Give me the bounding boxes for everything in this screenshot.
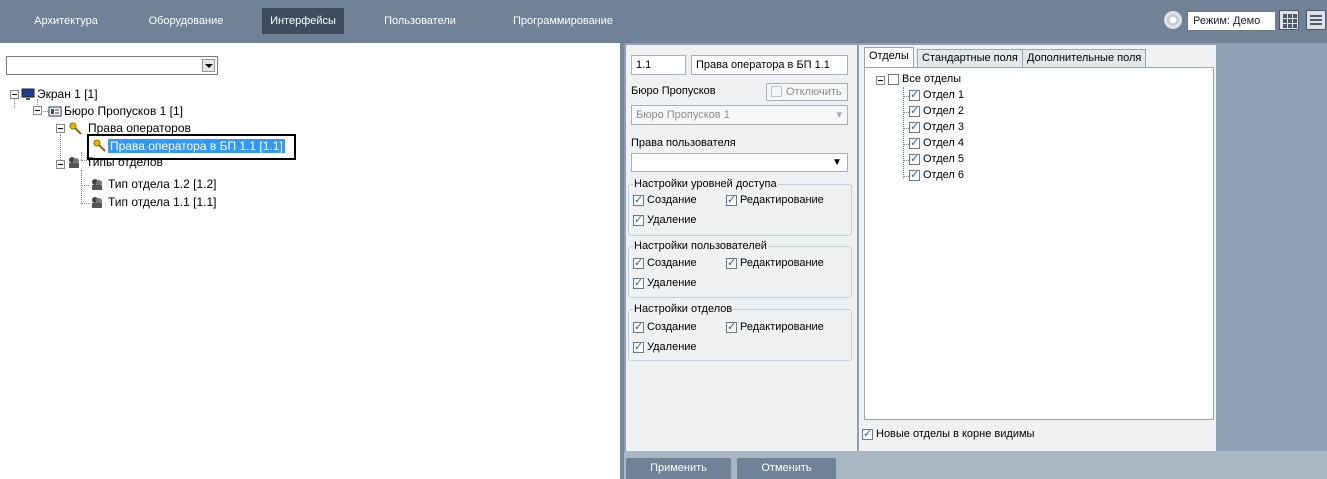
new-in-root-label: Новые отделы в корне видимы (876, 428, 1035, 440)
department-4-checkbox[interactable] (909, 136, 920, 149)
department-5-checkbox[interactable] (909, 152, 920, 165)
department-item: Отдел 3 (923, 121, 964, 133)
depts-delete-checkbox[interactable] (633, 340, 644, 353)
tab-users[interactable]: Пользователи (371, 8, 469, 34)
departments-settings-group (628, 309, 852, 361)
user-rights-label: Права пользователя (631, 137, 736, 149)
users-delete-checkbox[interactable] (633, 276, 644, 289)
object-name-field[interactable]: Права оператора в БП 1.1 (691, 55, 848, 75)
department-1-checkbox[interactable] (909, 88, 920, 101)
top-navigation-bar: Архитектура Оборудование Интерфейсы Поль… (0, 0, 1327, 43)
users-edit-checkbox[interactable] (726, 256, 737, 269)
key-icon (93, 139, 106, 152)
collapse-toggle[interactable] (56, 160, 65, 169)
department-icon (92, 179, 102, 190)
tree-node-operator-rights-bp[interactable]: Права оператора в БП 1.1 [1.1] (108, 139, 285, 153)
checkbox-label: Удаление (647, 277, 697, 289)
checkbox-label: Создание (647, 257, 697, 269)
users-create-checkbox[interactable] (633, 256, 644, 269)
collapse-toggle[interactable] (876, 76, 885, 85)
checkbox-label: Редактирование (740, 321, 824, 333)
user-rights-select[interactable]: ▼ (631, 153, 848, 172)
tree-node-operator-rights[interactable]: Права операторов (88, 121, 191, 135)
depts-edit-checkbox[interactable] (726, 320, 737, 333)
access-delete-checkbox[interactable] (633, 213, 644, 226)
department-icon (69, 157, 79, 168)
gear-icon[interactable] (1164, 11, 1182, 29)
object-filter-dropdown[interactable] (6, 56, 218, 75)
group-title: Настройки уровней доступа (633, 178, 778, 190)
mode-label: Режим: Демо (1189, 12, 1275, 30)
properties-panel: 1.1 Права оператора в БП 1.1 Бюро Пропус… (626, 45, 857, 451)
tree-node-dept-type-1-2[interactable]: Тип отдела 1.2 [1.2] (108, 177, 217, 191)
chevron-down-icon[interactable] (202, 59, 215, 72)
access-edit-checkbox[interactable] (726, 193, 737, 206)
collapse-toggle[interactable] (56, 124, 65, 133)
object-id-field[interactable]: 1.1 (631, 55, 686, 75)
cancel-button[interactable]: Отменить (737, 458, 836, 479)
tab-departments[interactable]: Отделы (864, 47, 914, 68)
department-2-checkbox[interactable] (909, 104, 920, 117)
department-item: Отдел 5 (923, 153, 964, 165)
tree-node-dept-types[interactable]: Типы отделов (86, 155, 163, 169)
checkbox-label: Создание (647, 194, 697, 206)
access-create-checkbox[interactable] (633, 193, 644, 206)
bureau-label: Бюро Пропусков (631, 85, 716, 97)
tree-node-screen[interactable]: Экран 1 [1] (37, 87, 98, 101)
chevron-down-icon: ▼ (832, 157, 842, 168)
department-item: Отдел 6 (923, 169, 964, 181)
disable-checkbox[interactable]: Отключить (766, 83, 848, 101)
grid-view-icon[interactable] (1279, 10, 1299, 30)
tab-interfaces[interactable]: Интерфейсы (262, 8, 344, 34)
chevron-down-icon: ▾ (836, 109, 842, 121)
monitor-icon (21, 88, 35, 100)
checkbox-label: Редактирование (740, 194, 824, 206)
checkbox-label: Удаление (647, 214, 697, 226)
collapse-toggle[interactable] (10, 90, 19, 99)
department-icon (92, 197, 102, 208)
department-item: Отдел 1 (923, 89, 964, 101)
mode-indicator[interactable]: Режим: Демо (1187, 11, 1275, 31)
department-3-checkbox[interactable] (909, 120, 920, 133)
tree-node-bureau[interactable]: Бюро Пропусков 1 [1] (64, 104, 183, 118)
badge-office-icon (48, 106, 62, 117)
tree-node-dept-type-1-1[interactable]: Тип отдела 1.1 [1.1] (108, 195, 217, 209)
new-in-root-checkbox[interactable] (862, 427, 873, 440)
tab-equipment[interactable]: Оборудование (134, 8, 238, 34)
users-settings-group (628, 246, 852, 298)
object-tree-panel: Экран 1 [1] Бюро Пропусков 1 [1] Права о… (0, 43, 620, 479)
tab-additional-fields[interactable]: Дополнительные поля (1022, 49, 1147, 67)
bureau-select[interactable]: Бюро Пропусков 1 ▾ (631, 105, 848, 125)
tab-standard-fields[interactable]: Стандартные поля (917, 49, 1023, 67)
group-title: Настройки отделов (633, 303, 734, 315)
checkbox-label: Создание (647, 321, 697, 333)
checkbox-label: Редактирование (740, 257, 824, 269)
depts-create-checkbox[interactable] (633, 320, 644, 333)
all-departments-checkbox[interactable] (888, 74, 899, 85)
checkbox-label: Удаление (647, 341, 697, 353)
tab-architecture[interactable]: Архитектура (21, 8, 111, 34)
apply-button[interactable]: Применить (626, 458, 731, 479)
department-item: Отдел 4 (923, 137, 964, 149)
all-departments-label: Все отделы (902, 73, 962, 85)
menu-icon[interactable] (1306, 10, 1326, 30)
group-title: Настройки пользователей (633, 240, 768, 252)
tab-programming[interactable]: Программирование (499, 8, 627, 34)
collapse-toggle[interactable] (33, 106, 42, 115)
access-levels-group (628, 184, 852, 236)
disable-checkbox-box (771, 86, 782, 97)
department-item: Отдел 2 (923, 105, 964, 117)
department-6-checkbox[interactable] (909, 168, 920, 181)
key-icon (69, 122, 82, 135)
departments-tree: Все отделы Отдел 1 Отдел 2 Отдел 3 Отдел… (864, 67, 1214, 420)
